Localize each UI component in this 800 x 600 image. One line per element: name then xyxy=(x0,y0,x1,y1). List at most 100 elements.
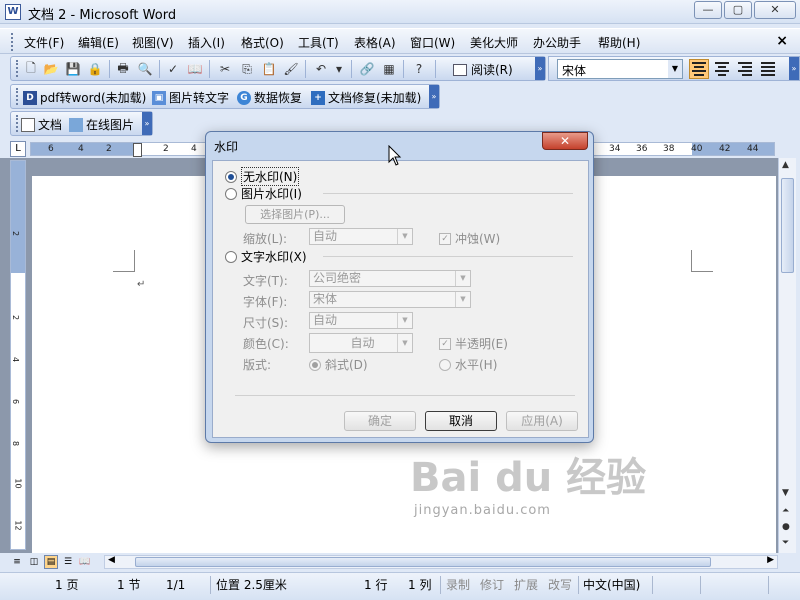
no-watermark-radio[interactable]: 无水印(N) xyxy=(225,167,300,186)
scroll-up-icon[interactable]: ▲ xyxy=(782,160,789,170)
print-layout-icon[interactable]: ▤ xyxy=(44,555,58,569)
vertical-scroll-thumb[interactable] xyxy=(781,178,794,273)
scroll-right-icon[interactable]: ▶ xyxy=(767,555,774,565)
toolbar-grip[interactable] xyxy=(16,88,20,105)
toolbar-options-chevron-icon[interactable]: » xyxy=(429,85,439,108)
toolbar-grip[interactable] xyxy=(16,60,20,77)
text-select[interactable]: 公司绝密 ▼ xyxy=(309,270,471,287)
toolbar-options-chevron-icon[interactable]: » xyxy=(142,112,152,135)
copy-icon[interactable]: ⎘ xyxy=(239,61,255,77)
save-icon[interactable]: 💾 xyxy=(65,61,81,77)
menu-file[interactable]: 文件(F) xyxy=(24,34,64,51)
previous-page-icon[interactable]: ⏶ xyxy=(782,506,789,516)
size-select[interactable]: 自动 ▼ xyxy=(309,312,413,329)
horizontal-scrollbar[interactable]: ◀ ▶ xyxy=(104,555,778,569)
spelling-icon[interactable]: ✓ xyxy=(165,61,181,77)
menu-insert[interactable]: 插入(I) xyxy=(188,34,225,51)
menu-tools[interactable]: 工具(T) xyxy=(298,34,339,51)
menu-office-assistant[interactable]: 办公助手 xyxy=(533,34,581,51)
format-options-chevron-icon[interactable]: » xyxy=(789,57,799,80)
normal-view-icon[interactable]: ≡ xyxy=(10,555,24,569)
menu-edit[interactable]: 编辑(E) xyxy=(78,34,119,51)
menu-window[interactable]: 窗口(W) xyxy=(410,34,455,51)
browse-object-icon[interactable]: ● xyxy=(782,522,790,532)
chevron-down-icon[interactable]: ▼ xyxy=(668,60,682,78)
toolbar-separator xyxy=(209,60,210,78)
text-watermark-radio[interactable]: 文字水印(X) xyxy=(225,248,307,265)
undo-dropdown-icon[interactable]: ▾ xyxy=(331,61,347,77)
minimize-button[interactable]: — xyxy=(694,1,722,19)
web-layout-icon[interactable]: ◫ xyxy=(27,555,41,569)
paste-icon[interactable]: 📋 xyxy=(261,61,277,77)
align-right-button[interactable] xyxy=(735,59,755,79)
doc-repair-label: 文档修复(未加载) xyxy=(328,91,422,105)
table-icon[interactable]: ▦ xyxy=(381,61,397,77)
tab-selector[interactable]: L xyxy=(10,141,26,157)
undo-icon[interactable]: ↶ xyxy=(313,61,329,77)
close-document-button[interactable]: × xyxy=(776,33,788,49)
font-select[interactable]: 宋体 ▼ xyxy=(557,59,683,79)
indent-marker[interactable] xyxy=(133,143,142,157)
vertical-scrollbar[interactable]: ▲ ▼ ⏶ ● ⏷ xyxy=(778,158,796,553)
semitransparent-checkbox[interactable]: ✓ 半透明(E) xyxy=(439,335,508,352)
menu-view[interactable]: 视图(V) xyxy=(132,34,174,51)
permission-icon[interactable]: 🔒 xyxy=(87,61,103,77)
image-to-text-button[interactable]: ▣ 图片转文字 xyxy=(152,89,229,106)
apply-button[interactable]: 应用(A) xyxy=(506,411,578,431)
outline-view-icon[interactable]: ☰ xyxy=(61,555,75,569)
cut-icon[interactable]: ✂ xyxy=(217,61,233,77)
read-icon xyxy=(453,64,467,76)
research-icon[interactable]: 📖 xyxy=(187,61,203,77)
scale-select[interactable]: 自动 ▼ xyxy=(309,228,413,245)
status-ext[interactable]: 扩展 xyxy=(514,576,538,594)
menubar-grip[interactable] xyxy=(11,33,15,51)
read-button[interactable]: 阅读(R) xyxy=(453,61,513,78)
washout-checkbox[interactable]: ✓ 冲蚀(W) xyxy=(439,230,500,247)
dialog-close-button[interactable]: ✕ xyxy=(542,132,588,150)
close-window-button[interactable]: ✕ xyxy=(754,1,796,19)
select-picture-button[interactable]: 选择图片(P)... xyxy=(245,205,345,224)
toolbar-options-chevron-icon[interactable]: » xyxy=(535,57,545,80)
reading-layout-icon[interactable]: 📖 xyxy=(78,555,92,569)
toolbar-grip[interactable] xyxy=(16,115,20,132)
print-preview-icon[interactable]: 🔍 xyxy=(137,61,153,77)
scroll-left-icon[interactable]: ◀ xyxy=(108,555,115,565)
justify-button[interactable] xyxy=(758,59,778,79)
image-icon: ▣ xyxy=(152,90,166,105)
toolbar-separator xyxy=(109,60,110,78)
new-document-icon[interactable]: 🗋 xyxy=(23,61,39,77)
hyperlink-icon[interactable]: 🔗 xyxy=(359,61,375,77)
vertical-ruler[interactable]: 2 2 4 6 8 10 12 xyxy=(10,160,26,550)
print-icon[interactable]: 🖶 xyxy=(115,61,131,77)
doc-repair-button[interactable]: + 文档修复(未加载) xyxy=(311,89,421,106)
menu-help[interactable]: 帮助(H) xyxy=(598,34,640,51)
online-picture-button[interactable]: 在线图片 xyxy=(69,116,134,133)
data-recovery-button[interactable]: G 数据恢复 xyxy=(237,89,302,106)
menu-beautify[interactable]: 美化大师 xyxy=(470,34,518,51)
menu-format[interactable]: 格式(O) xyxy=(241,34,284,51)
cancel-button[interactable]: 取消 xyxy=(425,411,497,431)
next-page-icon[interactable]: ⏷ xyxy=(782,538,789,548)
align-center-button[interactable] xyxy=(712,59,732,79)
color-select[interactable]: 自动 ▼ xyxy=(309,333,413,353)
ruler-number: 6 xyxy=(11,398,21,405)
scroll-down-icon[interactable]: ▼ xyxy=(782,488,789,498)
diagonal-radio[interactable]: 斜式(D) xyxy=(309,356,368,373)
pdf-to-word-button[interactable]: Dpdf转word(未加载) xyxy=(23,89,146,106)
document-button[interactable]: 文档 xyxy=(21,116,62,133)
ruler-number: 2 xyxy=(163,144,169,154)
align-left-button[interactable] xyxy=(689,59,709,79)
format-painter-icon[interactable]: 🖌 xyxy=(283,61,299,77)
font-select-dialog[interactable]: 宋体 ▼ xyxy=(309,291,471,308)
status-ovr[interactable]: 改写 xyxy=(548,576,572,594)
horizontal-radio[interactable]: 水平(H) xyxy=(439,356,497,373)
maximize-button[interactable]: ▢ xyxy=(724,1,752,19)
menu-table[interactable]: 表格(A) xyxy=(354,34,396,51)
picture-watermark-radio[interactable]: 图片水印(I) xyxy=(225,185,302,202)
status-trk[interactable]: 修订 xyxy=(480,576,504,594)
horizontal-scroll-thumb[interactable] xyxy=(135,557,711,567)
status-rec[interactable]: 录制 xyxy=(446,576,470,594)
help-icon[interactable]: ? xyxy=(411,61,427,77)
ok-button[interactable]: 确定 xyxy=(344,411,416,431)
open-folder-icon[interactable]: 📂 xyxy=(43,61,59,77)
